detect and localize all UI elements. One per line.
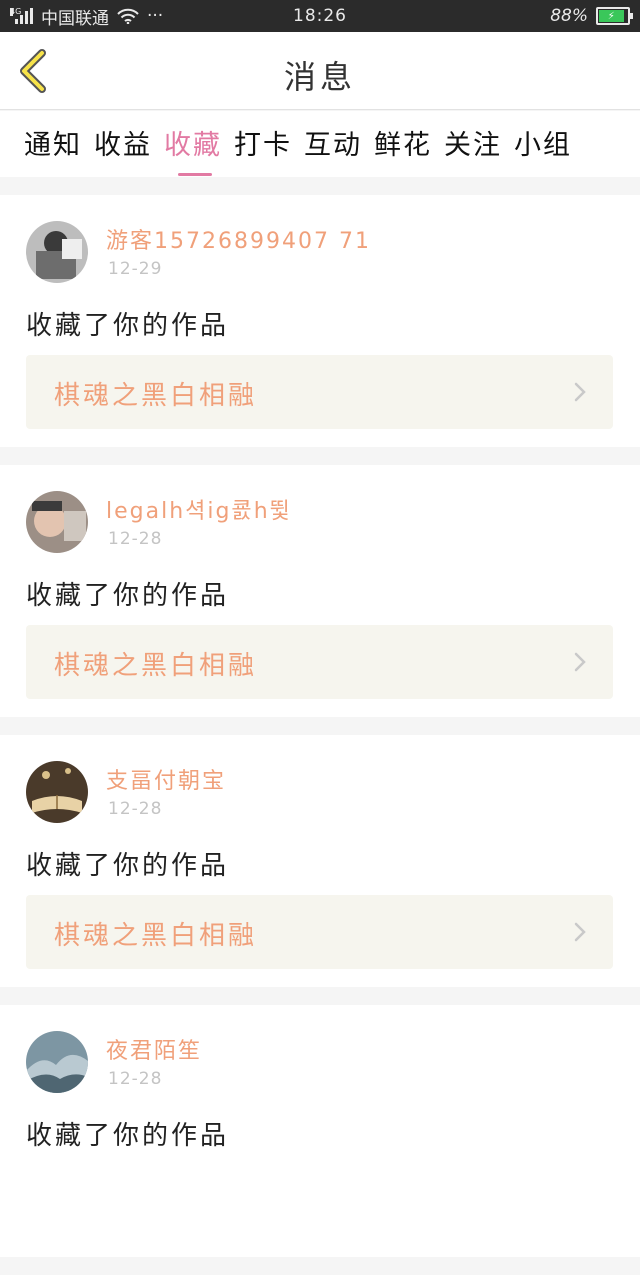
message-date: 12-28	[108, 529, 163, 549]
tab-earnings[interactable]: 收益	[94, 123, 152, 177]
username[interactable]: 夜君陌笙	[106, 1033, 202, 1065]
username[interactable]: 支畐付朝宝	[106, 763, 226, 795]
work-link[interactable]: 棋魂之黑白相融	[26, 625, 613, 699]
chevron-right-icon	[574, 922, 586, 942]
message-date: 12-28	[108, 799, 163, 819]
list-item: 游客15726899407 71 12-29 收藏了你的作品 棋魂之黑白相融	[0, 195, 640, 447]
tab-checkin[interactable]: 打卡	[234, 123, 292, 177]
top-navbar: 消息	[0, 32, 640, 110]
message-text: 收藏了你的作品	[26, 581, 230, 611]
battery-icon: ⚡	[596, 7, 633, 25]
clock: 18:26	[293, 6, 347, 26]
list-item: 夜君陌笙 12-28 收藏了你的作品	[0, 1005, 640, 1257]
list-item: 支畐付朝宝 12-28 收藏了你的作品 棋魂之黑白相融	[0, 735, 640, 987]
tab-notifications[interactable]: 通知	[24, 123, 82, 177]
message-date: 12-29	[108, 259, 163, 279]
tab-follow[interactable]: 关注	[444, 123, 502, 177]
username[interactable]: 游客15726899407 71	[106, 223, 371, 255]
avatar[interactable]	[26, 761, 88, 823]
work-link[interactable]: 棋魂之黑白相融	[26, 355, 613, 429]
tab-favorites[interactable]: 收藏	[164, 123, 222, 177]
tab-groups[interactable]: 小组	[514, 123, 572, 177]
page-title: 消息	[283, 58, 356, 96]
chevron-right-icon	[574, 652, 586, 672]
list-item: legalh셕ig쿐h뜇 12-28 收藏了你的作品 棋魂之黑白相融	[0, 465, 640, 717]
message-text: 收藏了你的作品	[26, 1121, 230, 1151]
tab-flowers[interactable]: 鲜花	[374, 123, 432, 177]
tab-bar: 通知 收益 收藏 打卡 互动 鲜花 关注 小组	[0, 111, 640, 177]
message-text: 收藏了你的作品	[26, 851, 230, 881]
message-date: 12-28	[108, 1069, 163, 1089]
avatar[interactable]	[26, 1031, 88, 1093]
status-bar: 4G 中国联通 ··· 18:26 88% ⚡	[0, 0, 640, 32]
message-text: 收藏了你的作品	[26, 311, 230, 341]
work-title: 棋魂之黑白相融	[54, 381, 258, 411]
work-link[interactable]: 棋魂之黑白相融	[26, 895, 613, 969]
active-tab-indicator	[178, 173, 212, 176]
username[interactable]: legalh셕ig쿐h뜇	[106, 493, 292, 525]
avatar[interactable]	[26, 221, 88, 283]
work-title: 棋魂之黑白相融	[54, 921, 258, 951]
message-list: 游客15726899407 71 12-29 收藏了你的作品 棋魂之黑白相融 l…	[0, 195, 640, 1275]
tab-interactions[interactable]: 互动	[304, 123, 362, 177]
battery-percent: 88%	[550, 6, 588, 26]
chevron-right-icon	[574, 382, 586, 402]
avatar[interactable]	[26, 491, 88, 553]
work-title: 棋魂之黑白相融	[54, 651, 258, 681]
